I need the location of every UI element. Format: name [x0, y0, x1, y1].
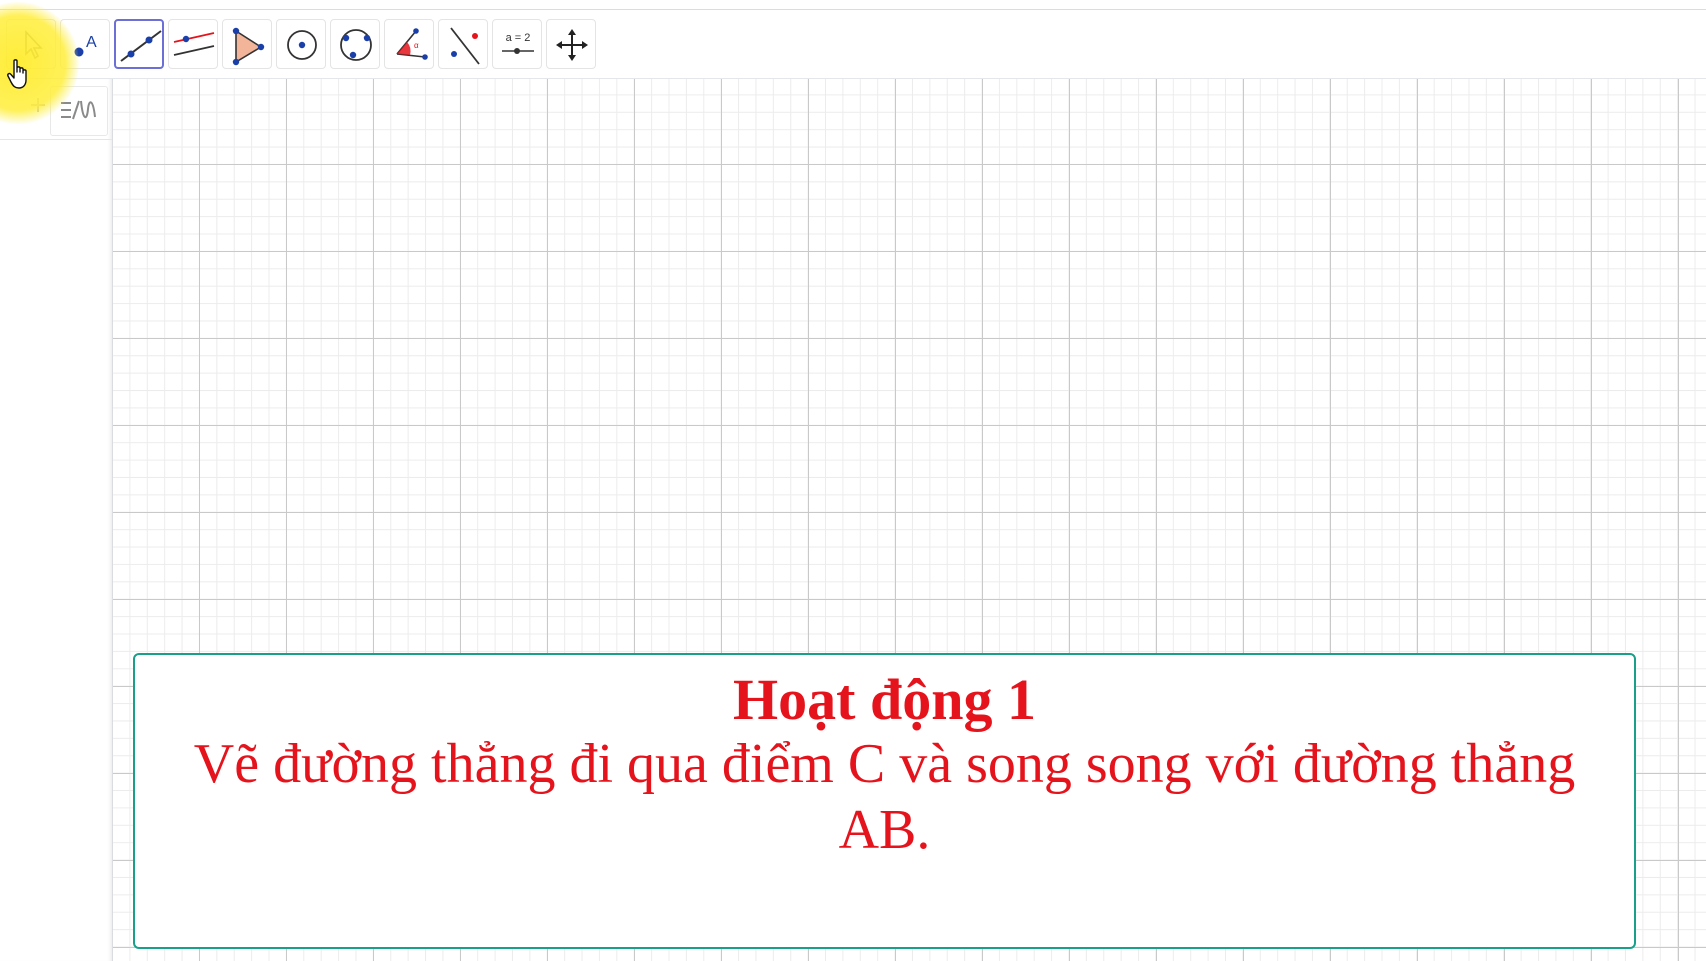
geogebra-app: A α a = 2 Hoạt động 1 Vẽ đường thẳng đi …: [0, 0, 1706, 961]
tool-perpendicular-line-button[interactable]: [168, 19, 218, 69]
hand-cursor-icon: [6, 58, 32, 90]
tool-circle-three-points-button[interactable]: [330, 19, 380, 69]
svg-text:α: α: [414, 41, 419, 50]
tool-move-graphics-view-button[interactable]: [546, 19, 596, 69]
point-label: A: [86, 34, 97, 51]
algebra-panel: [0, 79, 113, 961]
keyboard-icon[interactable]: [50, 86, 108, 136]
tool-reflect-line-button[interactable]: [438, 19, 488, 69]
plus-icon[interactable]: [26, 93, 50, 117]
activity-text: Vẽ đường thẳng đi qua điểm C và song son…: [193, 733, 1576, 861]
tool-angle-button[interactable]: α: [384, 19, 434, 69]
tool-polygon-button[interactable]: [222, 19, 272, 69]
slider-label: a = 2: [506, 32, 531, 44]
activity-box: Hoạt động 1 Vẽ đường thẳng đi qua điểm C…: [133, 653, 1636, 949]
tool-point-button[interactable]: A: [60, 19, 110, 69]
tool-circle-center-button[interactable]: [276, 19, 326, 69]
tool-slider-button[interactable]: a = 2: [492, 19, 542, 69]
tool-line-button[interactable]: [114, 19, 164, 69]
toolbar: A α a = 2: [0, 10, 1706, 79]
activity-title: Hoạt động 1: [733, 667, 1036, 732]
